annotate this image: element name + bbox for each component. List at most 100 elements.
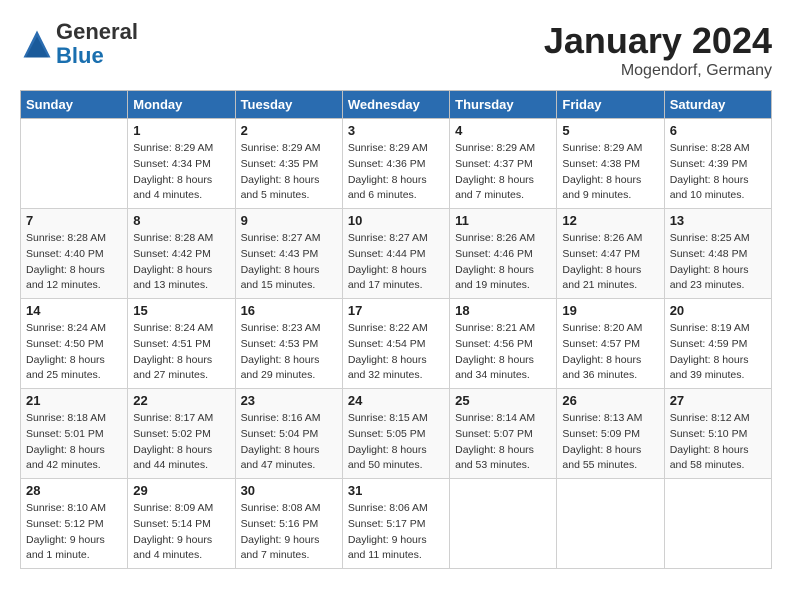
day-number: 30: [241, 483, 337, 498]
day-number: 4: [455, 123, 551, 138]
day-info: Sunrise: 8:09 AMSunset: 5:14 PMDaylight:…: [133, 501, 229, 564]
day-info: Sunrise: 8:21 AMSunset: 4:56 PMDaylight:…: [455, 321, 551, 384]
day-info: Sunrise: 8:29 AMSunset: 4:36 PMDaylight:…: [348, 141, 444, 204]
calendar-cell: 10 Sunrise: 8:27 AMSunset: 4:44 PMDayligh…: [342, 209, 449, 299]
day-info: Sunrise: 8:26 AMSunset: 4:47 PMDaylight:…: [562, 231, 658, 294]
day-number: 8: [133, 213, 229, 228]
calendar-cell: [21, 119, 128, 209]
calendar-cell: 9 Sunrise: 8:27 AMSunset: 4:43 PMDaylight…: [235, 209, 342, 299]
day-number: 29: [133, 483, 229, 498]
day-info: Sunrise: 8:23 AMSunset: 4:53 PMDaylight:…: [241, 321, 337, 384]
day-info: Sunrise: 8:10 AMSunset: 5:12 PMDaylight:…: [26, 501, 122, 564]
col-header-saturday: Saturday: [664, 91, 771, 119]
day-number: 16: [241, 303, 337, 318]
day-number: 17: [348, 303, 444, 318]
day-info: Sunrise: 8:29 AMSunset: 4:35 PMDaylight:…: [241, 141, 337, 204]
calendar-cell: 15Sunrise: 8:24 AMSunset: 4:51 PMDayligh…: [128, 299, 235, 389]
calendar-cell: 20 Sunrise: 8:19 AMSunset: 4:59 PMDayligh…: [664, 299, 771, 389]
calendar-cell: 3Sunrise: 8:29 AMSunset: 4:36 PMDaylight…: [342, 119, 449, 209]
day-info: Sunrise: 8:25 AMSunset: 4:48 PMDaylight:…: [670, 231, 766, 294]
day-info: Sunrise: 8:14 AMSunset: 5:07 PMDaylight:…: [455, 411, 551, 474]
day-number: 28: [26, 483, 122, 498]
calendar-cell: 24 Sunrise: 8:15 AMSunset: 5:05 PMDayligh…: [342, 389, 449, 479]
calendar-cell: 6 Sunrise: 8:28 AMSunset: 4:39 PMDaylight…: [664, 119, 771, 209]
month-title: January 2024: [544, 20, 772, 62]
logo: General Blue: [20, 20, 138, 68]
calendar-cell: 2 Sunrise: 8:29 AMSunset: 4:35 PMDaylight…: [235, 119, 342, 209]
day-number: 11: [455, 213, 551, 228]
calendar-cell: 8 Sunrise: 8:28 AMSunset: 4:42 PMDaylight…: [128, 209, 235, 299]
calendar-cell: 14 Sunrise: 8:24 AMSunset: 4:50 PMDayligh…: [21, 299, 128, 389]
day-info: Sunrise: 8:20 AMSunset: 4:57 PMDaylight:…: [562, 321, 658, 384]
day-number: 6: [670, 123, 766, 138]
calendar-cell: 13 Sunrise: 8:25 AMSunset: 4:48 PMDayligh…: [664, 209, 771, 299]
title-block: January 2024 Mogendorf, Germany: [544, 20, 772, 80]
day-info: Sunrise: 8:22 AMSunset: 4:54 PMDaylight:…: [348, 321, 444, 384]
day-number: 7: [26, 213, 122, 228]
day-number: 21: [26, 393, 122, 408]
day-number: 5: [562, 123, 658, 138]
day-number: 12: [562, 213, 658, 228]
logo-text: General Blue: [56, 19, 138, 68]
day-number: 23: [241, 393, 337, 408]
day-number: 24: [348, 393, 444, 408]
day-number: 22: [133, 393, 229, 408]
day-number: 18: [455, 303, 551, 318]
col-header-thursday: Thursday: [450, 91, 557, 119]
calendar-cell: 4 Sunrise: 8:29 AMSunset: 4:37 PMDaylight…: [450, 119, 557, 209]
day-info: Sunrise: 8:29 AMSunset: 4:34 PMDaylight:…: [133, 141, 229, 204]
calendar-cell: 11 Sunrise: 8:26 AMSunset: 4:46 PMDayligh…: [450, 209, 557, 299]
day-number: 27: [670, 393, 766, 408]
calendar-cell: 12 Sunrise: 8:26 AMSunset: 4:47 PMDayligh…: [557, 209, 664, 299]
day-info: Sunrise: 8:24 AMSunset: 4:51 PMDaylight:…: [133, 321, 229, 384]
day-number: 9: [241, 213, 337, 228]
week-row-1: 1 Sunrise: 8:29 AMSunset: 4:34 PMDaylight…: [21, 119, 772, 209]
day-info: Sunrise: 8:27 AMSunset: 4:44 PMDaylight:…: [348, 231, 444, 294]
week-row-4: 21 Sunrise: 8:18 AMSunset: 5:01 PMDayligh…: [21, 389, 772, 479]
week-row-2: 7Sunrise: 8:28 AMSunset: 4:40 PMDaylight…: [21, 209, 772, 299]
day-info: Sunrise: 8:19 AMSunset: 4:59 PMDaylight:…: [670, 321, 766, 384]
col-header-friday: Friday: [557, 91, 664, 119]
header-row: SundayMondayTuesdayWednesdayThursdayFrid…: [21, 91, 772, 119]
day-info: Sunrise: 8:12 AMSunset: 5:10 PMDaylight:…: [670, 411, 766, 474]
calendar-cell: 5Sunrise: 8:29 AMSunset: 4:38 PMDaylight…: [557, 119, 664, 209]
day-number: 14: [26, 303, 122, 318]
calendar-cell: 23Sunrise: 8:16 AMSunset: 5:04 PMDayligh…: [235, 389, 342, 479]
col-header-tuesday: Tuesday: [235, 91, 342, 119]
day-number: 19: [562, 303, 658, 318]
week-row-5: 28 Sunrise: 8:10 AMSunset: 5:12 PMDayligh…: [21, 479, 772, 569]
day-info: Sunrise: 8:18 AMSunset: 5:01 PMDaylight:…: [26, 411, 122, 474]
day-number: 1: [133, 123, 229, 138]
day-number: 13: [670, 213, 766, 228]
calendar-cell: 31Sunrise: 8:06 AMSunset: 5:17 PMDayligh…: [342, 479, 449, 569]
col-header-sunday: Sunday: [21, 91, 128, 119]
calendar-cell: 30 Sunrise: 8:08 AMSunset: 5:16 PMDayligh…: [235, 479, 342, 569]
day-number: 31: [348, 483, 444, 498]
calendar-cell: 21 Sunrise: 8:18 AMSunset: 5:01 PMDayligh…: [21, 389, 128, 479]
col-header-monday: Monday: [128, 91, 235, 119]
day-number: 20: [670, 303, 766, 318]
calendar-cell: [664, 479, 771, 569]
calendar-cell: 25 Sunrise: 8:14 AMSunset: 5:07 PMDayligh…: [450, 389, 557, 479]
calendar-cell: 17 Sunrise: 8:22 AMSunset: 4:54 PMDayligh…: [342, 299, 449, 389]
location: Mogendorf, Germany: [544, 62, 772, 80]
calendar-cell: 16 Sunrise: 8:23 AMSunset: 4:53 PMDayligh…: [235, 299, 342, 389]
day-info: Sunrise: 8:15 AMSunset: 5:05 PMDaylight:…: [348, 411, 444, 474]
day-number: 25: [455, 393, 551, 408]
day-number: 2: [241, 123, 337, 138]
logo-icon: [22, 29, 52, 59]
day-info: Sunrise: 8:24 AMSunset: 4:50 PMDaylight:…: [26, 321, 122, 384]
day-info: Sunrise: 8:29 AMSunset: 4:37 PMDaylight:…: [455, 141, 551, 204]
calendar-cell: [450, 479, 557, 569]
day-number: 10: [348, 213, 444, 228]
day-info: Sunrise: 8:28 AMSunset: 4:39 PMDaylight:…: [670, 141, 766, 204]
calendar-table: SundayMondayTuesdayWednesdayThursdayFrid…: [20, 90, 772, 569]
day-info: Sunrise: 8:26 AMSunset: 4:46 PMDaylight:…: [455, 231, 551, 294]
week-row-3: 14 Sunrise: 8:24 AMSunset: 4:50 PMDayligh…: [21, 299, 772, 389]
day-info: Sunrise: 8:08 AMSunset: 5:16 PMDaylight:…: [241, 501, 337, 564]
day-info: Sunrise: 8:28 AMSunset: 4:42 PMDaylight:…: [133, 231, 229, 294]
col-header-wednesday: Wednesday: [342, 91, 449, 119]
calendar-cell: 27 Sunrise: 8:12 AMSunset: 5:10 PMDayligh…: [664, 389, 771, 479]
day-info: Sunrise: 8:27 AMSunset: 4:43 PMDaylight:…: [241, 231, 337, 294]
day-info: Sunrise: 8:17 AMSunset: 5:02 PMDaylight:…: [133, 411, 229, 474]
